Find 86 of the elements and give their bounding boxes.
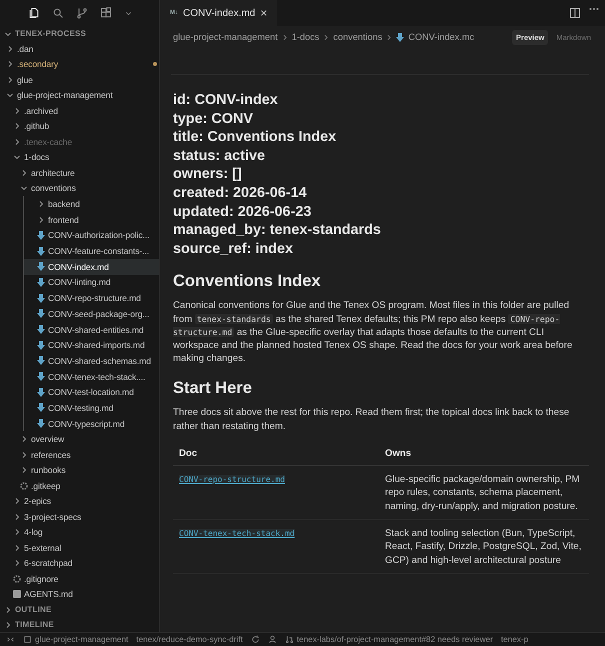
arrow-icon [396,32,404,42]
folder-item[interactable]: 6-scratchpad [0,556,159,572]
frontmatter-line: owners: [] [173,165,243,184]
breadcrumb-item[interactable]: conventions [333,32,382,42]
file-item[interactable]: CONV-repo-structure.md [24,290,159,306]
chevron-icon [323,34,330,40]
folder-item[interactable]: .archived [0,103,159,119]
folder-item[interactable]: 3-project-specs [0,509,159,525]
document-icon [13,590,21,598]
file-item[interactable]: CONV-shared-imports.md [24,337,159,354]
folder-item[interactable]: runbooks [0,462,159,478]
folder-item[interactable]: overview [0,431,159,447]
folder-item[interactable]: glue [0,72,159,88]
file-item[interactable]: CONV-test-location.md [24,384,159,400]
file-item[interactable]: CONV-seed-package-org... [24,306,159,322]
account-icon [268,635,277,644]
file-item[interactable]: .gitkeep [0,478,159,494]
status-item[interactable]: glue-project-management [23,635,128,644]
file-item[interactable]: CONV-linting.md [24,274,159,290]
section-header[interactable]: TENEX-PROCESS [0,26,159,41]
folder-item[interactable]: references [0,446,159,462]
more-icon[interactable] [589,7,599,11]
breadcrumb-item[interactable]: glue-project-management [173,32,278,42]
frontmatter-line: status: active [173,146,266,166]
status-item[interactable]: tenex-labs/of-project-management#82 needs reviewer [284,635,493,644]
file-item[interactable]: CONV-testing.md [24,400,159,416]
sync-status-icon[interactable] [250,635,260,644]
column-header: Owns [379,442,589,466]
folder-item[interactable]: .secondary [0,56,159,72]
sync-icon [250,635,260,644]
doc-link[interactable]: CONV-repo-structure.md [179,474,285,484]
file-item[interactable]: CONV-shared-entities.md [24,322,159,338]
section-header[interactable]: TIMELINE [0,617,159,632]
frontmatter-line: type: CONV [173,110,254,128]
file-item[interactable]: CONV-index.md [24,258,159,275]
table-cell: Glue-specific package/domain ownership, PM repo rules, constants, schema placement, naming, dry-run/apply, and migration posture. [379,466,589,520]
section-header[interactable]: OUTLINE [0,602,159,617]
search-icon [52,7,64,19]
frontmatter-line: id: CONV-index [173,91,279,110]
repo-icon [23,635,32,644]
file-item[interactable]: .gitignore [0,571,159,587]
split-editor-icon [569,7,581,19]
folder-item[interactable]: backend [24,196,159,212]
folder-item[interactable]: .github [0,118,159,134]
frontmatter-line: managed_by: tenex-standards [173,221,382,240]
frontmatter-line: title: Conventions Index [173,128,338,147]
folder-item[interactable]: 4-log [0,524,159,540]
folder-item[interactable]: .dan [0,41,159,57]
account-status-icon[interactable] [268,635,277,644]
file-item[interactable]: CONV-typescript.md [24,416,159,432]
remote-icon [6,635,15,644]
heading: Conventions Index [173,272,322,292]
extensions-icon [100,7,112,19]
doc-link[interactable]: CONV-tenex-tech-stack.md [179,528,295,538]
remote-status-icon[interactable] [6,635,15,644]
branch-icon [76,7,88,19]
status-item[interactable]: tenex-p [500,635,528,644]
pull-request-icon [284,635,294,644]
file-item[interactable]: CONV-feature-constants-... [24,243,159,259]
frontmatter-line: updated: 2026-06-23 [173,202,312,222]
paragraph: Canonical conventions for Glue and the Tenex OS program. Most files in this folder are pulled from tenex-standards as the shared Tenex defaults; this PM repo also keeps CONV-repo-structure.md as the Glue-specific overlay that adapts those defaults to the current CLI workspace and the planned hosted Tenex OS shape. Read the docs for your work area before making changes. [173,299,574,366]
files-icon [28,7,40,19]
table-cell: Stack and tooling selection (Bun, TypeScript, React, Fastify, Drizzle, PostgreSQL, Zod, Vite, GCP) and high-level architectural posture [379,520,589,574]
folder-item[interactable]: architecture [0,165,159,181]
chevron-icon [282,34,288,40]
folder-item[interactable]: 1-docs [0,150,159,166]
close-button[interactable]: × [260,6,268,20]
breadcrumb-item[interactable]: 1-docs [292,32,320,42]
breadcrumb-item[interactable]: CONV-index.mc [408,32,474,42]
folder-item[interactable]: conventions [0,180,159,196]
paragraph: Three docs sit above the rest for this repo. Read them first; the topical docs link back to these rather than restating them. [173,406,570,433]
folder-item[interactable]: glue-project-management [0,88,159,104]
file-item[interactable]: CONV-tenex-tech-stack.... [24,368,159,384]
column-header: Doc [173,442,379,466]
status-item[interactable]: tenex/reduce-demo-sync-drift [136,635,243,644]
folder-item[interactable]: 5-external [0,540,159,556]
heading: Start Here [173,379,253,398]
file-item[interactable]: CONV-shared-schemas.md [24,353,159,369]
modified-dot [153,62,157,66]
frontmatter-line: created: 2026-06-14 [173,184,308,203]
chevron-icon [386,34,392,40]
folder-item[interactable]: frontend [24,212,159,228]
folder-item[interactable]: 2-epics [0,494,159,510]
file-item[interactable]: CONV-authorization-polic... [24,228,159,244]
frontmatter-line: source_ref: index [173,240,294,258]
file-item[interactable]: AGENTS.md [0,586,159,602]
